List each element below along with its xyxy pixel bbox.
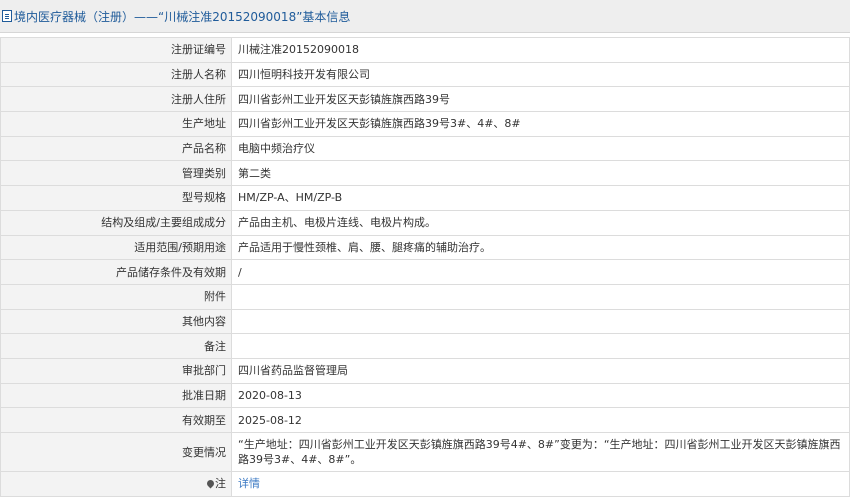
table-row: 型号规格 HM/ZP-A、HM/ZP-B (0, 185, 850, 211)
table-row: 适用范围/预期用途 产品适用于慢性颈椎、肩、腰、腿疼痛的辅助治疗。 (0, 234, 850, 261)
row-label: 审批部门 (0, 357, 232, 384)
row-value: 2025-08-12 (231, 407, 850, 433)
row-label: 附件 (0, 283, 232, 310)
row-value: 产品由主机、电极片连线、电极片构成。 (231, 209, 850, 236)
note-label: 注 (215, 477, 226, 491)
row-value (231, 283, 850, 310)
table-row: 附件 (0, 283, 850, 310)
table-row: 批准日期 2020-08-13 (0, 382, 850, 409)
row-label: 变更情况 (0, 432, 232, 472)
table-row: 有效期至 2025-08-12 (0, 407, 850, 433)
table-row: 注 详情 (0, 471, 850, 497)
table-row: 管理类别 第二类 (0, 160, 850, 187)
info-table: 注册证编号 川械注准20152090018 注册人名称 四川恒明科技开发有限公司… (0, 37, 850, 497)
row-label: 有效期至 (0, 407, 232, 433)
row-label: 注册人名称 (0, 61, 232, 88)
table-row: 产品储存条件及有效期 / (0, 259, 850, 285)
table-row: 备注 (0, 333, 850, 359)
row-label: 结构及组成/主要组成成分 (0, 209, 232, 236)
table-row: 变更情况 “生产地址：四川省彭州工业开发区天彭镇旌旗西路39号4#、8#”变更为… (0, 432, 850, 472)
row-value: / (231, 259, 850, 285)
row-value: 2020-08-13 (231, 382, 850, 409)
row-value: 四川省彭州工业开发区天彭镇旌旗西路39号3#、4#、8# (231, 111, 850, 137)
row-value: “生产地址：四川省彭州工业开发区天彭镇旌旗西路39号4#、8#”变更为：“生产地… (231, 432, 850, 472)
row-value: 四川省药品监督管理局 (231, 357, 850, 384)
table-row: 产品名称 电脑中频治疗仪 (0, 135, 850, 162)
table-row: 结构及组成/主要组成成分 产品由主机、电极片连线、电极片构成。 (0, 209, 850, 236)
row-value: 产品适用于慢性颈椎、肩、腰、腿疼痛的辅助治疗。 (231, 234, 850, 261)
page-title: 境内医疗器械（注册）——“川械注准20152090018”基本信息 (14, 9, 351, 24)
row-label: 产品名称 (0, 135, 232, 162)
row-label: 注册证编号 (0, 37, 232, 63)
table-row: 注册人住所 四川省彭州工业开发区天彭镇旌旗西路39号 (0, 86, 850, 113)
table-row: 生产地址 四川省彭州工业开发区天彭镇旌旗西路39号3#、4#、8# (0, 111, 850, 137)
details-link[interactable]: 详情 (238, 477, 260, 490)
table-row: 注册证编号 川械注准20152090018 (0, 37, 850, 63)
row-label: 其他内容 (0, 308, 232, 335)
row-value: 电脑中频治疗仪 (231, 135, 850, 162)
row-label: 生产地址 (0, 111, 232, 137)
row-label: 产品储存条件及有效期 (0, 259, 232, 285)
row-label: 适用范围/预期用途 (0, 234, 232, 261)
row-label: 型号规格 (0, 185, 232, 211)
row-value: HM/ZP-A、HM/ZP-B (231, 185, 850, 211)
table-row: 审批部门 四川省药品监督管理局 (0, 357, 850, 384)
row-value: 第二类 (231, 160, 850, 187)
row-value: 川械注准20152090018 (231, 37, 850, 63)
row-label-note: 注 (0, 471, 232, 497)
page-header: 境内医疗器械（注册）——“川械注准20152090018”基本信息 (0, 0, 850, 33)
row-value: 详情 (231, 471, 850, 497)
row-value: 四川恒明科技开发有限公司 (231, 61, 850, 88)
row-label: 批准日期 (0, 382, 232, 409)
row-value (231, 308, 850, 335)
row-value (231, 333, 850, 359)
table-row: 其他内容 (0, 308, 850, 335)
row-label: 备注 (0, 333, 232, 359)
document-icon (2, 10, 12, 22)
row-label: 注册人住所 (0, 86, 232, 113)
row-value: 四川省彭州工业开发区天彭镇旌旗西路39号 (231, 86, 850, 113)
pin-icon (205, 478, 216, 489)
table-row: 注册人名称 四川恒明科技开发有限公司 (0, 61, 850, 88)
row-label: 管理类别 (0, 160, 232, 187)
